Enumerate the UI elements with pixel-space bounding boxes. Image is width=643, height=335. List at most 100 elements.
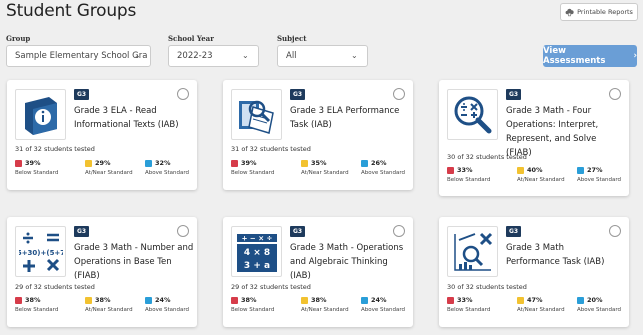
grade-badge: G3 <box>290 89 306 100</box>
grade-badge: G3 <box>506 226 522 237</box>
below-standard-swatch <box>231 296 238 304</box>
near-standard-pct: 40% <box>527 166 543 174</box>
above-standard-pct: 24% <box>371 296 387 304</box>
near-standard-label: At/Near Standard <box>517 177 565 183</box>
near-standard-swatch <box>301 296 308 304</box>
above-standard-swatch <box>145 159 152 167</box>
chevron-down-icon: ⌄ <box>242 51 249 60</box>
above-standard-label: Above Standard <box>145 170 190 176</box>
assessment-card[interactable]: G3 Grade 3 ELA Performance Task (IAB) 31… <box>223 80 413 190</box>
select-radio[interactable] <box>393 225 405 237</box>
below-standard-swatch <box>447 296 454 304</box>
near-standard-label: At/Near Standard <box>517 307 565 313</box>
below-standard-label: Below Standard <box>231 170 275 176</box>
algebra-blocks-icon: + − × ÷ 4 × 8 3 + a <box>231 226 282 277</box>
above-standard-swatch <box>361 296 368 304</box>
near-standard-swatch <box>517 296 524 304</box>
printable-reports-button[interactable]: Printable Reports <box>560 3 638 21</box>
assessment-name: Grade 3 Math - Four Operations: Interpre… <box>506 106 599 158</box>
school-year-value: 2022-23 <box>177 51 213 61</box>
school-year-select[interactable]: 2022-23 ⌄ <box>168 45 259 67</box>
grade-badge: G3 <box>74 89 90 100</box>
grade-badge: G3 <box>74 226 90 237</box>
below-standard-swatch <box>15 159 22 167</box>
near-standard-pct: 38% <box>95 296 111 304</box>
near-standard-label: At/Near Standard <box>301 307 349 313</box>
group-label: Group <box>6 34 31 43</box>
below-standard-pct: 39% <box>241 159 257 167</box>
above-standard-pct: 24% <box>155 296 171 304</box>
select-radio[interactable] <box>177 225 189 237</box>
below-standard-label: Below Standard <box>447 177 491 183</box>
above-standard-swatch <box>577 296 584 304</box>
near-standard-pct: 35% <box>311 159 327 167</box>
above-standard-label: Above Standard <box>577 307 622 313</box>
subject-label: Subject <box>277 34 307 43</box>
above-standard-pct: 32% <box>155 159 171 167</box>
chevron-right-icon: › <box>633 51 637 61</box>
chevron-down-icon: ⌄ <box>351 51 358 60</box>
below-standard-pct: 33% <box>457 166 473 174</box>
assessment-card[interactable]: G3 Grade 3 ELA - Read Informational Text… <box>7 80 197 190</box>
printable-reports-label: Printable Reports <box>577 8 633 16</box>
chart-magnifier-icon <box>447 226 498 277</box>
assessment-card[interactable]: G3 Grade 3 Math Performance Task (IAB) 3… <box>439 217 629 327</box>
near-standard-label: At/Near Standard <box>301 170 349 176</box>
select-radio[interactable] <box>609 88 621 100</box>
assessment-card[interactable]: + − × ÷ 4 × 8 3 + a G3 Grade 3 Math - Oper… <box>223 217 413 327</box>
above-standard-swatch <box>145 296 152 304</box>
below-standard-label: Below Standard <box>231 307 275 313</box>
group-select[interactable]: Sample Elementary School Gra ⌄ <box>6 45 151 67</box>
grade-badge: G3 <box>290 226 306 237</box>
svg-text:+ − × ÷: + − × ÷ <box>241 234 272 242</box>
assessment-card[interactable]: (5+30)+(5+7) G3 Grade 3 Math - Number an… <box>7 217 197 327</box>
near-standard-swatch <box>85 159 92 167</box>
above-standard-pct: 26% <box>371 159 387 167</box>
select-radio[interactable] <box>609 225 621 237</box>
cloud-print-icon <box>565 8 574 16</box>
above-standard-swatch <box>577 166 584 174</box>
chevron-down-icon: ⌄ <box>134 51 141 60</box>
select-radio[interactable] <box>177 88 189 100</box>
view-assessments-label: View Assessments <box>543 46 606 66</box>
svg-text:(5+30)+(5+7): (5+30)+(5+7) <box>19 249 63 257</box>
below-standard-swatch <box>447 166 454 174</box>
page-title: Student Groups <box>6 1 137 21</box>
near-standard-pct: 47% <box>527 296 543 304</box>
select-radio[interactable] <box>393 88 405 100</box>
group-value: Sample Elementary School Gra <box>15 51 148 61</box>
view-assessments-button[interactable]: View Assessments › <box>543 45 637 67</box>
near-standard-swatch <box>85 296 92 304</box>
near-standard-label: At/Near Standard <box>85 307 133 313</box>
below-standard-pct: 39% <box>25 159 41 167</box>
above-standard-label: Above Standard <box>361 170 406 176</box>
assessment-name: Grade 3 Math Performance Task (IAB) <box>506 243 605 267</box>
above-standard-swatch <box>361 159 368 167</box>
below-standard-pct: 38% <box>25 296 41 304</box>
students-tested: 31 of 32 students tested <box>15 145 95 153</box>
near-standard-swatch <box>301 159 308 167</box>
near-standard-pct: 29% <box>95 159 111 167</box>
students-tested: 30 of 32 students tested <box>447 283 527 291</box>
near-standard-label: At/Near Standard <box>85 170 133 176</box>
students-tested: 29 of 32 students tested <box>231 283 311 291</box>
students-tested: 30 of 32 students tested <box>447 153 527 161</box>
svg-text:4 × 8: 4 × 8 <box>243 248 269 258</box>
assessment-name: Grade 3 ELA - Read Informational Texts (… <box>74 106 179 130</box>
students-tested: 29 of 32 students tested <box>15 283 95 291</box>
above-standard-label: Above Standard <box>577 177 622 183</box>
operations-magnifier-icon <box>447 89 498 140</box>
grade-badge: G3 <box>506 89 522 100</box>
book-info-icon <box>15 89 66 140</box>
svg-text:3 + a: 3 + a <box>243 261 269 271</box>
subject-value: All <box>286 51 297 61</box>
assessment-card[interactable]: G3 Grade 3 Math - Four Operations: Inter… <box>439 80 629 196</box>
below-standard-pct: 33% <box>457 296 473 304</box>
above-standard-label: Above Standard <box>361 307 406 313</box>
subject-select[interactable]: All ⌄ <box>277 45 368 67</box>
below-standard-swatch <box>15 296 22 304</box>
below-standard-label: Below Standard <box>447 307 491 313</box>
below-standard-label: Below Standard <box>15 307 59 313</box>
school-year-label: School Year <box>168 34 214 43</box>
near-standard-swatch <box>517 166 524 174</box>
